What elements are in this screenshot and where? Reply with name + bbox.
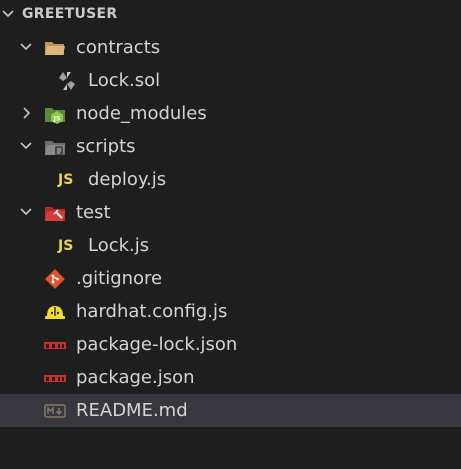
tree-item-label: test xyxy=(76,202,111,223)
explorer-header[interactable]: GREETUSER xyxy=(0,0,461,30)
npm-icon xyxy=(44,342,66,349)
tree-item-gitignore[interactable]: .gitignore xyxy=(0,262,461,295)
tree-item-label: package-lock.json xyxy=(76,334,238,355)
file-explorer: GREETUSER contracts Lock.sol JS node_mod… xyxy=(0,0,461,469)
tree-item-label: Lock.sol xyxy=(88,70,161,91)
node-folder-icon: JS xyxy=(45,108,65,124)
test-folder-icon xyxy=(45,207,65,221)
tree-item-lock-sol[interactable]: Lock.sol xyxy=(0,64,461,97)
tree-item-label: package.json xyxy=(76,367,195,388)
js-icon: JS xyxy=(58,238,74,254)
tree-item-label: Lock.js xyxy=(88,235,150,256)
chevron-down-icon[interactable] xyxy=(18,39,34,55)
scripts-folder-icon xyxy=(45,141,65,155)
tree-item-readme[interactable]: README.md xyxy=(0,394,461,427)
git-icon xyxy=(45,269,65,289)
hardhat-icon xyxy=(45,306,65,319)
solidity-icon xyxy=(59,72,75,90)
tree-item-package-lock-json[interactable]: package-lock.json xyxy=(0,328,461,361)
tree-item-test[interactable]: test xyxy=(0,196,461,229)
tree-item-label: README.md xyxy=(76,400,188,421)
tree-item-scripts[interactable]: scripts xyxy=(0,130,461,163)
tree-item-hardhat-config[interactable]: hardhat.config.js xyxy=(0,295,461,328)
workspace-title: GREETUSER xyxy=(22,6,118,22)
js-icon: JS xyxy=(58,172,74,188)
chevron-down-icon[interactable] xyxy=(18,138,34,154)
tree-item-label: .gitignore xyxy=(76,268,163,289)
tree-item-node-modules[interactable]: JS node_modules xyxy=(0,97,461,130)
chevron-down-icon[interactable] xyxy=(0,6,16,22)
tree-item-deploy-js[interactable]: JS deploy.js xyxy=(0,163,461,196)
tree-item-package-json[interactable]: package.json xyxy=(0,361,461,394)
tree-item-label: hardhat.config.js xyxy=(76,301,228,322)
folder-open-icon xyxy=(45,42,65,55)
tree-item-label: contracts xyxy=(76,37,161,58)
chevron-down-icon[interactable] xyxy=(18,204,34,220)
npm-icon xyxy=(44,375,66,382)
tree-item-label: deploy.js xyxy=(88,169,167,190)
chevron-right-icon[interactable] xyxy=(18,105,34,121)
tree-item-lock-js[interactable]: JS Lock.js xyxy=(0,229,461,262)
markdown-icon xyxy=(44,404,66,418)
svg-text:JS: JS xyxy=(52,115,60,123)
tree-item-label: scripts xyxy=(76,136,136,157)
tree-item-label: node_modules xyxy=(76,103,207,124)
tree-item-contracts[interactable]: contracts xyxy=(0,31,461,64)
